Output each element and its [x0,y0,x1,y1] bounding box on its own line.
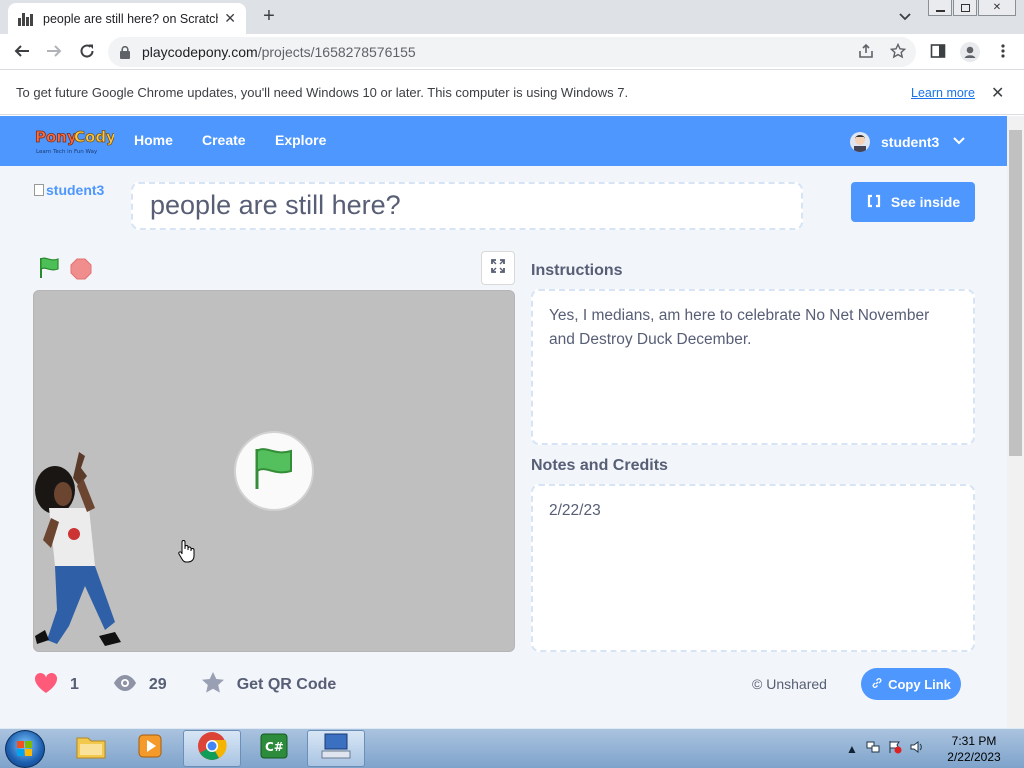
big-green-flag-icon [251,446,297,497]
taskbar-clock[interactable]: 7:31 PM 2/22/2023 [935,733,1013,765]
show-hidden-icons-icon[interactable]: ▲ [846,742,858,756]
taskbar-remote-app[interactable] [307,730,365,767]
taskbar-chrome[interactable] [183,730,241,767]
new-tab-button[interactable]: + [256,5,282,29]
scrollbar-thumb[interactable] [1009,130,1022,456]
address-bar[interactable]: playcodepony.com/projects/1658278576155 [108,37,916,67]
instructions-heading: Instructions [531,262,623,279]
broken-image-icon [34,184,44,196]
username-label: student3 [881,134,940,150]
instructions-textarea[interactable]: Yes, I medians, am here to celebrate No … [531,289,975,445]
fullscreen-icon [490,258,506,279]
share-icon[interactable] [857,43,875,61]
update-infobar: To get future Google Chrome updates, you… [0,71,1024,115]
views-eye-icon [113,674,137,697]
share-status: © Unshared [752,676,827,692]
keyboard-monitor-icon [320,732,352,765]
copy-link-button[interactable]: Copy Link [861,668,961,700]
fullscreen-button[interactable] [481,251,515,285]
view-count: 29 [148,676,167,693]
network-icon[interactable] [866,740,880,757]
remix-arrows-icon [866,193,882,212]
love-heart-icon[interactable] [34,672,58,699]
nav-explore-link[interactable]: Explore [275,132,326,148]
project-title-input[interactable]: people are still here? [131,182,803,230]
green-flag-icon[interactable] [38,256,60,280]
star-icon[interactable] [201,671,225,699]
author-avatar-image[interactable]: student3 [34,182,104,198]
back-arrow-icon[interactable] [11,42,33,62]
ponycody-logo[interactable]: Pony Cody Learn Tech in Fun Way [34,124,117,156]
svg-text:Cody: Cody [74,128,114,146]
url-path: /projects/1658278576155 [257,44,416,60]
action-center-flag-icon[interactable] [888,740,902,757]
system-tray: ▲ [846,740,924,757]
reload-icon[interactable] [76,42,98,62]
browser-tab[interactable]: people are still here? on Scratch ✕ [8,3,246,34]
start-button[interactable] [5,730,45,768]
author-avatar-alt: student3 [46,182,105,198]
infobar-close-icon[interactable]: ✕ [991,83,1004,103]
taskbar-explorer[interactable] [62,730,120,767]
forward-arrow-icon[interactable] [43,42,65,62]
taskbar-csharp[interactable]: C# [245,730,303,767]
copyright-icon: © [752,676,763,692]
chrome-icon [197,731,227,766]
see-inside-button[interactable]: See inside [851,182,975,222]
tab-search-chevron-icon[interactable] [896,7,914,25]
copy-link-label: Copy Link [888,676,951,692]
url-host: playcodepony.com [142,44,258,60]
restore-button[interactable] [953,0,977,16]
bookmark-star-icon[interactable] [889,42,907,61]
svg-text:Pony: Pony [35,128,77,146]
clock-time: 7:31 PM [951,734,997,748]
project-stats: 1 29 Get QR Code [34,672,336,698]
start-green-flag-button[interactable] [234,431,314,511]
folder-icon [76,733,106,764]
menu-kebab-icon[interactable] [994,43,1012,61]
see-inside-label: See inside [890,194,961,210]
love-count: 1 [70,676,79,693]
svg-text:Learn Tech in Fun Way: Learn Tech in Fun Way [36,149,98,155]
link-icon [871,677,883,692]
notes-textarea[interactable]: 2/22/23 [531,484,975,652]
side-panel-icon[interactable] [929,43,947,61]
infobar-message: To get future Google Chrome updates, you… [16,85,629,100]
dancer-sprite-image [33,450,125,652]
chevron-down-icon [953,136,966,148]
svg-text:C#: C# [265,740,284,754]
nav-home-link[interactable]: Home [134,132,173,148]
taskbar-media-player[interactable] [121,730,179,767]
share-status-label: Unshared [766,676,827,692]
notes-heading: Notes and Credits [531,457,668,474]
clock-date: 2/22/2023 [947,750,1001,764]
media-player-icon [136,732,164,765]
csharp-icon: C# [259,732,289,765]
lock-icon[interactable] [120,45,130,59]
minimize-button[interactable] [928,0,952,16]
volume-icon[interactable] [910,740,924,757]
close-window-button[interactable]: ✕ [978,0,1016,16]
get-qr-code-button[interactable]: Get QR Code [237,676,337,694]
learn-more-link[interactable]: Learn more [911,86,975,100]
hand-cursor-icon [177,539,195,563]
profile-avatar-icon[interactable] [960,42,980,62]
tab-title: people are still here? on Scratch [43,11,219,26]
scratch-favicon-icon [18,12,34,26]
user-menu[interactable]: student3 [850,132,966,152]
tab-close-icon[interactable]: ✕ [224,10,236,27]
user-avatar [850,132,870,152]
stop-sign-icon[interactable] [70,258,92,280]
nav-create-link[interactable]: Create [202,132,246,148]
